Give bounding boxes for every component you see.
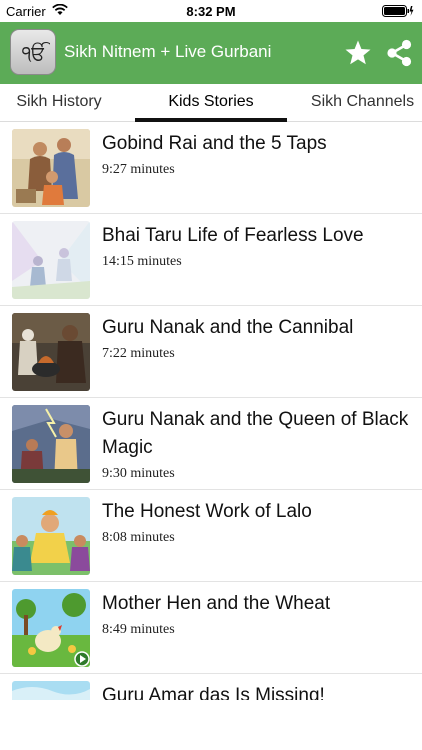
story-title: Gobind Rai and the 5 Taps [102, 133, 327, 154]
story-thumbnail [12, 313, 90, 391]
story-thumbnail [12, 405, 90, 483]
story-thumbnail [12, 497, 90, 575]
star-icon [345, 40, 371, 65]
clock: 8:32 PM [186, 4, 236, 19]
story-title: Guru Nanak and the Cannibal [102, 317, 354, 338]
share-button[interactable] [385, 39, 413, 67]
story-duration: 14:15 minutes [102, 254, 182, 269]
story-duration: 8:49 minutes [102, 622, 175, 637]
tab-sikh-channels[interactable]: Sikh Channels [303, 84, 422, 121]
tab-kids-stories[interactable]: Kids Stories [135, 84, 287, 121]
story-title: Guru Nanak and the Queen of Black Magic [102, 409, 409, 458]
share-icon [387, 39, 412, 67]
app-logo-icon: ੴ [10, 29, 56, 75]
list-item[interactable]: Guru Nanak and the Queen of Black Magic … [0, 398, 422, 490]
story-thumbnail [12, 221, 90, 299]
svg-text:ੴ: ੴ [22, 41, 50, 65]
app-title: Sikh Nitnem + Live Gurbani [64, 42, 272, 61]
status-bar: Carrier 8:32 PM [0, 0, 422, 22]
story-duration: 7:22 minutes [102, 346, 175, 361]
bottom-spacer [0, 700, 422, 750]
app-bar: ੴ Sikh Nitnem + Live Gurbani [0, 22, 422, 84]
story-title: The Honest Work of Lalo [102, 501, 312, 522]
story-title: Bhai Taru Life of Fearless Love [102, 225, 364, 246]
tab-bar: Sikh History Kids Stories Sikh Channels [0, 84, 422, 122]
list-item[interactable]: Guru Nanak and the Cannibal 7:22 minutes [0, 306, 422, 398]
story-duration: 9:30 minutes [102, 466, 175, 481]
story-thumbnail [12, 681, 90, 700]
list-item[interactable]: Bhai Taru Life of Fearless Love 14:15 mi… [0, 214, 422, 306]
story-duration: 8:08 minutes [102, 530, 175, 545]
favorite-button[interactable] [344, 39, 372, 67]
story-thumbnail [12, 589, 90, 667]
tab-sikh-history[interactable]: Sikh History [0, 84, 118, 121]
battery-icon [382, 5, 414, 17]
list-item[interactable]: Mother Hen and the Wheat 8:49 minutes [0, 582, 422, 674]
story-list[interactable]: Gobind Rai and the 5 Taps 9:27 minutes B… [0, 122, 422, 700]
story-title: Mother Hen and the Wheat [102, 593, 331, 614]
story-title: Guru Amar das Is Missing! [102, 685, 325, 700]
story-duration: 9:27 minutes [102, 162, 175, 177]
story-thumbnail [12, 129, 90, 207]
list-item[interactable]: Guru Amar das Is Missing! [0, 674, 422, 700]
list-item[interactable]: The Honest Work of Lalo 8:08 minutes [0, 490, 422, 582]
list-item[interactable]: Gobind Rai and the 5 Taps 9:27 minutes [0, 122, 422, 214]
